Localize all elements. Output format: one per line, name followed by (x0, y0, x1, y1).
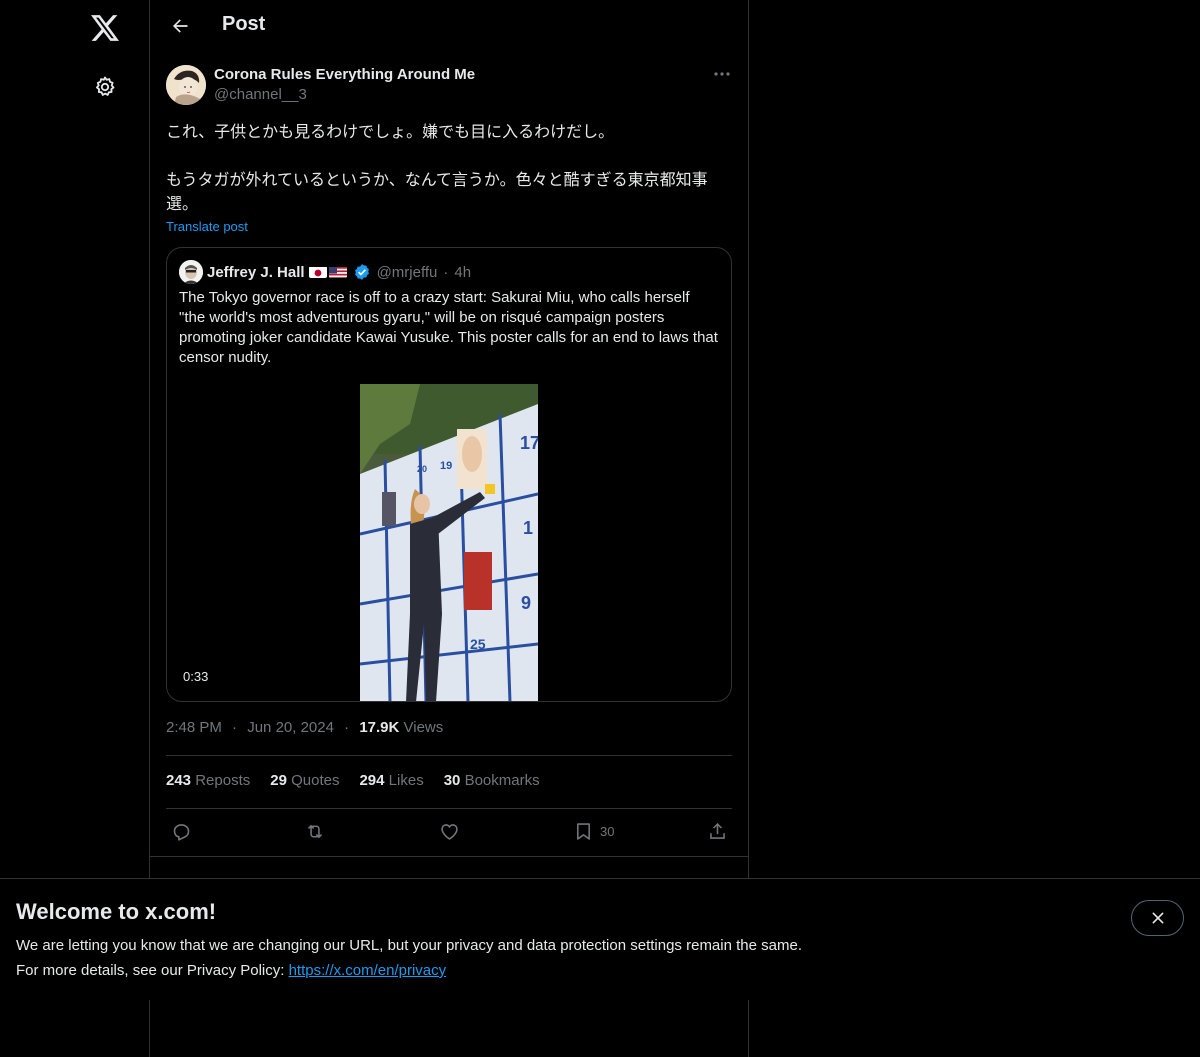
post-text-line: これ、子供とかも見るわけでしょ。嫌でも目に入るわけだし。 (166, 122, 615, 141)
bookmarks-stat[interactable]: 30 Bookmarks (444, 772, 540, 789)
divider (166, 808, 732, 809)
verified-icon (353, 263, 371, 281)
banner-title: Welcome to x.com! (16, 899, 217, 924)
more-button[interactable] (712, 64, 732, 84)
views-count: 17.9K (359, 719, 400, 736)
author-name[interactable]: Corona Rules Everything Around Me (214, 66, 475, 83)
quoted-post-text: The Tokyo governor race is off to a craz… (179, 289, 718, 366)
divider (166, 755, 732, 756)
translate-post-link[interactable]: Translate post (166, 219, 248, 234)
quoted-post[interactable]: Jeffrey J. Hall @mrjeffu · 4h The Tokyo … (166, 247, 732, 702)
post: Corona Rules Everything Around Me @chann… (166, 64, 732, 841)
separator-dot: · (443, 263, 449, 281)
video-thumbnail[interactable]: 17 1 9 25 19 20 (360, 384, 538, 701)
page-header: Post (150, 0, 748, 53)
author-handle[interactable]: @channel__3 (214, 86, 307, 103)
separator-dot: · (344, 719, 350, 736)
url-change-banner: Welcome to x.com! We are letting you kno… (0, 878, 1200, 1000)
reply-icon (173, 823, 190, 841)
reply-button[interactable] (171, 819, 192, 843)
banner-privacy-line: For more details, see our Privacy Policy… (16, 962, 447, 979)
bookmark-button[interactable]: 30 (573, 819, 614, 843)
share-button[interactable] (707, 819, 728, 843)
reposts-stat[interactable]: 243 Reposts (166, 772, 250, 789)
gear-icon[interactable] (85, 67, 125, 107)
back-arrow-icon (173, 19, 188, 33)
banner-message: We are letting you know that we are chan… (16, 937, 802, 954)
svg-text:19: 19 (440, 460, 452, 472)
post-time[interactable]: 2:48 PM (166, 719, 222, 736)
quotes-stat[interactable]: 29 Quotes (270, 772, 339, 789)
back-button[interactable] (162, 8, 198, 44)
post-author: Corona Rules Everything Around Me @chann… (166, 64, 732, 108)
video-duration: 0:33 (177, 668, 215, 685)
likes-stat[interactable]: 294 Likes (359, 772, 423, 789)
x-logo-icon[interactable] (85, 8, 125, 48)
quoted-post-time: 4h (454, 263, 472, 281)
bookmark-icon (577, 822, 590, 840)
svg-text:20: 20 (417, 464, 427, 474)
post-text-line: もうタガが外れているというか、なんて言うか。色々と酷すぎる東京都知事選。 (166, 170, 708, 213)
quoted-author-handle: @mrjeffu (376, 263, 438, 281)
repost-button[interactable] (304, 819, 326, 843)
avatar[interactable] (179, 260, 203, 284)
privacy-policy-link[interactable]: https://x.com/en/privacy (289, 962, 447, 979)
close-icon (1152, 912, 1163, 924)
divider (150, 856, 748, 857)
quoted-author-name: Jeffrey J. Hall (207, 263, 305, 281)
svg-text:1: 1 (523, 518, 533, 538)
japan-flag-icon (308, 266, 327, 278)
bookmark-count: 30 (600, 823, 615, 839)
like-button[interactable] (439, 819, 460, 843)
post-date[interactable]: Jun 20, 2024 (247, 719, 334, 736)
quoted-post-header: Jeffrey J. Hall @mrjeffu · 4h (179, 260, 471, 284)
svg-text:25: 25 (470, 636, 486, 652)
svg-text:9: 9 (521, 593, 531, 613)
post-text: これ、子供とかも見るわけでしょ。嫌でも目に入るわけだし。 もうタガが外れていると… (166, 120, 732, 216)
post-actions: 30 (166, 819, 732, 843)
more-icon (714, 72, 730, 76)
repost-icon (307, 824, 323, 838)
close-banner-button[interactable] (1131, 900, 1184, 936)
separator-dot: · (232, 719, 238, 736)
us-flag-icon (328, 266, 347, 278)
post-stats: 243 Reposts 29 Quotes 294 Likes 30 Bookm… (166, 772, 540, 789)
like-icon (441, 823, 458, 840)
page-title: Post (222, 13, 266, 35)
avatar[interactable] (166, 65, 206, 105)
post-meta: 2:48 PM · Jun 20, 2024 · 17.9K Views (166, 719, 443, 736)
views-label: Views (403, 719, 444, 736)
share-icon (710, 822, 725, 839)
svg-text:17: 17 (520, 433, 538, 453)
